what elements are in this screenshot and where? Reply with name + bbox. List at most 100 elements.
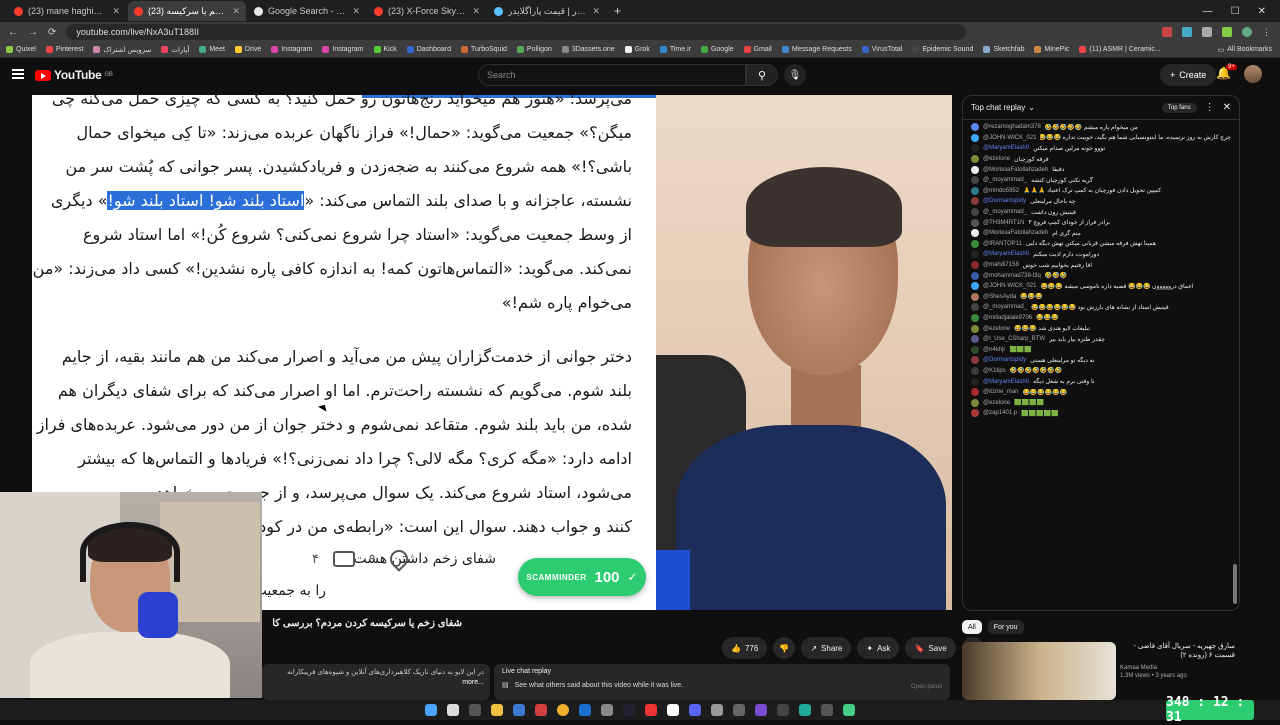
chat-author[interactable]: @IRANTOP11: [983, 241, 1022, 247]
chat-author[interactable]: @Dormantspidy: [983, 357, 1026, 363]
menu-icon[interactable]: [12, 69, 24, 79]
chat-avatar[interactable]: [971, 345, 979, 354]
chat-message[interactable]: @mahdi7158 آقا رفتیم بخوابیم شب خوش: [963, 260, 1239, 271]
task-view-icon[interactable]: [469, 704, 481, 716]
chat-message[interactable]: @ezelone تبلیغات لایو هندی شد 😂😂😂: [963, 323, 1239, 334]
menu-icon[interactable]: ⋮: [1262, 27, 1272, 37]
chat-author[interactable]: @Dormantspidy: [983, 198, 1026, 204]
app-icon[interactable]: [667, 704, 679, 716]
bookmark[interactable]: Time.ir: [659, 46, 691, 53]
bookmark[interactable]: Kick: [373, 46, 397, 53]
chat-message[interactable]: @_moyammad_ قیتیش زون داشت: [963, 207, 1239, 218]
close-tab-icon[interactable]: ✕: [592, 6, 600, 17]
show-more-link[interactable]: ...more: [462, 679, 484, 686]
close-window-button[interactable]: ✕: [1258, 6, 1266, 17]
chat-message[interactable]: @_moyammad_ گریه نکنی کوزچیان کنشه: [963, 175, 1239, 186]
close-tab-icon[interactable]: ✕: [232, 6, 240, 17]
bookmark[interactable]: Quixel: [6, 46, 36, 53]
chat-avatar[interactable]: [971, 324, 979, 333]
chat-avatar[interactable]: [971, 335, 979, 344]
chat-author[interactable]: @ezelone: [983, 400, 1010, 406]
app-icon[interactable]: [513, 704, 525, 716]
chat-avatar[interactable]: [971, 282, 979, 291]
bookmark[interactable]: Sketchfab: [983, 46, 1024, 53]
chat-author[interactable]: @K1tips: [983, 368, 1006, 374]
chat-avatar[interactable]: [971, 186, 979, 195]
chat-avatar[interactable]: [971, 165, 979, 174]
chat-author[interactable]: @MaryamElash0: [983, 145, 1029, 151]
app-icon[interactable]: [535, 704, 547, 716]
minimize-button[interactable]: —: [1203, 6, 1213, 17]
chat-message[interactable]: @MorteзaFatollahzadeh دقیقاً: [963, 164, 1239, 175]
chat-message[interactable]: @MorteзaFatollahzadeh منم گری ام: [963, 228, 1239, 239]
bookmark[interactable]: Dashboard: [406, 46, 451, 53]
chat-message[interactable]: @Dormantspidy نه دیگه تو مرلینعلی هستی: [963, 355, 1239, 366]
chat-avatar[interactable]: [971, 133, 979, 142]
chat-author[interactable]: @itzme_man: [983, 389, 1018, 395]
search-button[interactable]: ⚲: [746, 64, 778, 86]
chat-author[interactable]: @zap1401.p: [983, 410, 1017, 416]
chat-avatar[interactable]: [971, 409, 979, 418]
top-fans-button[interactable]: Top fans: [1161, 102, 1197, 113]
like-button[interactable]: 👍 776: [722, 637, 768, 659]
chat-author[interactable]: @I_Use_CSharp_BTW: [983, 336, 1045, 342]
forward-button[interactable]: →: [28, 27, 38, 38]
chat-author[interactable]: @ezelone: [983, 156, 1010, 162]
chat-message[interactable]: @MaryamElash0 تووو خونه مرلین صدام میکنن: [963, 143, 1239, 154]
app-icon[interactable]: [645, 704, 657, 716]
extension-icon[interactable]: [1162, 27, 1172, 37]
bookmark[interactable]: Instagram: [322, 46, 364, 53]
chat-message[interactable]: @_moyammad_ قیتیش استاد از نشانه های بارز…: [963, 302, 1239, 313]
chat-avatar[interactable]: [971, 218, 979, 227]
chat-avatar[interactable]: [971, 239, 979, 248]
chat-message[interactable]: @IRANTOP11 همینا تهش فرقه میشن قربانی میک…: [963, 239, 1239, 250]
start-icon[interactable]: [425, 704, 437, 716]
dislike-button[interactable]: 👎: [773, 637, 796, 659]
bookmark[interactable]: آپارات: [161, 46, 189, 54]
close-tab-icon[interactable]: ✕: [472, 6, 480, 17]
chat-message[interactable]: @ezelone 🟩🟩🟩🟩: [963, 397, 1239, 408]
chat-message[interactable]: @mohammad738-l3q 🤣🤣🤣: [963, 270, 1239, 281]
url-field[interactable]: youtube.com/live/NxA3uT188II: [66, 24, 967, 40]
scrollbar-thumb[interactable]: [1233, 564, 1237, 604]
chat-message[interactable]: @ezelone قرقه کوزچیان: [963, 154, 1239, 165]
video-thumbnail[interactable]: [962, 642, 1116, 700]
chat-message[interactable]: @zap1401.p 🟩🟩🟩🟩🟩: [963, 408, 1239, 419]
chrome-icon[interactable]: [557, 704, 569, 716]
bookmark[interactable]: Poliigon: [516, 46, 552, 53]
video-description[interactable]: در این لایو به دنیای تاریک کلاهبرداری‌ها…: [262, 664, 490, 700]
chat-avatar[interactable]: [971, 303, 979, 312]
bookmark[interactable]: (11) ASMR | Ceramic...: [1079, 46, 1161, 53]
app-icon[interactable]: [601, 704, 613, 716]
extension-icon[interactable]: [1222, 27, 1232, 37]
chat-message[interactable]: @Dormantspidy چه باحال مرلینعلی: [963, 196, 1239, 207]
new-tab-button[interactable]: +: [608, 4, 627, 18]
chat-author[interactable]: @MaryamElash0: [983, 251, 1029, 257]
account-avatar[interactable]: [1244, 65, 1262, 83]
chat-message[interactable]: @JOHN-WICK_021 چرچ کارش به روز نرسیده، ما…: [963, 133, 1239, 144]
chat-avatar[interactable]: [971, 377, 979, 386]
bookmark[interactable]: TurboSquid: [460, 46, 507, 53]
chat-message[interactable]: @K1tips 🤣🤣🤣🤣🤣🤣🤣: [963, 366, 1239, 377]
app-icon[interactable]: [579, 704, 591, 716]
bookmark[interactable]: Google: [700, 46, 734, 53]
search-icon[interactable]: [447, 704, 459, 716]
browser-tab[interactable]: (23) X-Force Skydiving - Brad ✕: [368, 1, 486, 21]
browser-tab-active[interactable]: (23) شفای زخم یا سرکیسه ✕: [128, 1, 246, 21]
save-button[interactable]: 🔖 Save: [905, 637, 956, 659]
chat-author[interactable]: @mahdi7158: [983, 262, 1019, 268]
chat-avatar[interactable]: [971, 366, 979, 375]
chat-author[interactable]: @rezamoghadam378: [983, 124, 1041, 130]
chat-author[interactable]: @JOHN-WICK_021: [983, 135, 1036, 141]
chat-avatar[interactable]: [971, 144, 979, 153]
chat-message[interactable]: @mmdo5952 کمپین تحویل دادن قوزچیان به کمپ…: [963, 186, 1239, 197]
bookmark[interactable]: MinePic: [1034, 46, 1069, 53]
chat-author[interactable]: @MorteзaFatollahzadeh: [983, 167, 1048, 173]
bookmark[interactable]: Gmail: [743, 46, 772, 53]
app-icon[interactable]: [755, 704, 767, 716]
chat-avatar[interactable]: [971, 123, 979, 132]
chat-author[interactable]: @mohammad738-l3q: [983, 273, 1041, 279]
chat-message[interactable]: @TH3M4RT1N برادر فراز از خودای کمپ فروچ ۳: [963, 217, 1239, 228]
bookmark[interactable]: Grok: [624, 46, 650, 53]
open-panel-button[interactable]: Open panel: [911, 684, 942, 690]
